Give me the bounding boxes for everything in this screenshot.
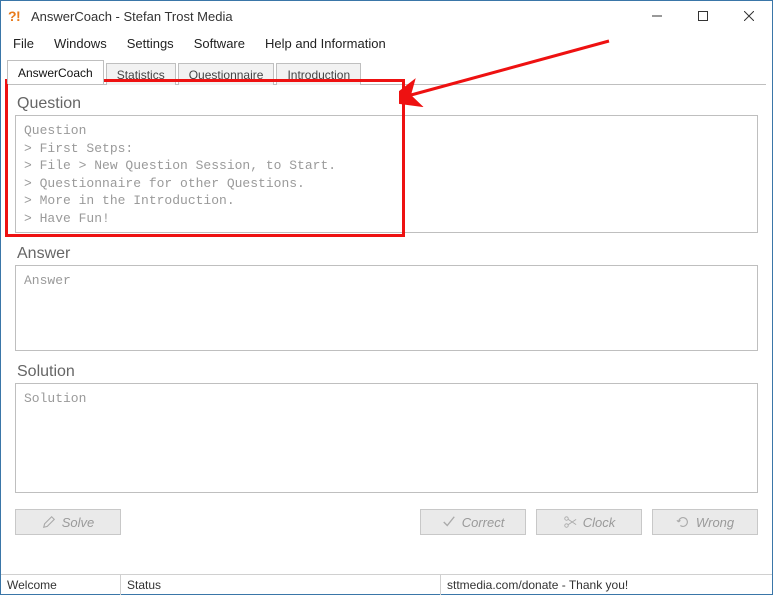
bottom-button-row: Solve Correct Clock Wrong: [15, 505, 758, 543]
wrong-button[interactable]: Wrong: [652, 509, 758, 535]
wrong-button-label: Wrong: [696, 515, 734, 530]
close-icon: [744, 11, 754, 21]
correct-button[interactable]: Correct: [420, 509, 526, 535]
title-bar: ? ! AnswerCoach - Stefan Trost Media: [1, 1, 772, 31]
solve-button[interactable]: Solve: [15, 509, 121, 535]
pencil-icon: [42, 515, 56, 529]
menu-windows[interactable]: Windows: [44, 33, 117, 54]
app-window: ? ! AnswerCoach - Stefan Trost Media Fil…: [0, 0, 773, 595]
question-textbox[interactable]: Question > First Setps: > File > New Que…: [15, 115, 758, 233]
window-title: AnswerCoach - Stefan Trost Media: [31, 9, 233, 24]
menu-file[interactable]: File: [3, 33, 44, 54]
minimize-icon: [652, 11, 662, 21]
check-icon: [442, 515, 456, 529]
status-bar: Welcome Status sttmedia.com/donate - Tha…: [1, 574, 772, 594]
clock-button[interactable]: Clock: [536, 509, 642, 535]
answer-label: Answer: [17, 245, 758, 263]
maximize-icon: [698, 11, 708, 21]
menu-settings[interactable]: Settings: [117, 33, 184, 54]
question-label: Question: [17, 95, 758, 113]
tab-answercoach[interactable]: AnswerCoach: [7, 60, 104, 84]
tab-questionnaire[interactable]: Questionnaire: [178, 63, 275, 85]
scissors-icon: [563, 515, 577, 529]
menu-software[interactable]: Software: [184, 33, 255, 54]
status-status: Status: [121, 575, 441, 595]
tab-content: Question Question > First Setps: > File …: [1, 85, 772, 574]
refresh-icon: [676, 515, 690, 529]
app-icon: ? !: [7, 7, 25, 25]
solution-textbox[interactable]: Solution: [15, 383, 758, 493]
status-welcome: Welcome: [1, 575, 121, 595]
maximize-button[interactable]: [680, 1, 726, 31]
menu-help[interactable]: Help and Information: [255, 33, 396, 54]
answer-textbox[interactable]: Answer: [15, 265, 758, 351]
tab-strip: AnswerCoach Statistics Questionnaire Int…: [7, 61, 766, 85]
svg-text:!: !: [16, 8, 21, 24]
close-button[interactable]: [726, 1, 772, 31]
minimize-button[interactable]: [634, 1, 680, 31]
clock-button-label: Clock: [583, 515, 616, 530]
solve-button-label: Solve: [62, 515, 95, 530]
tab-statistics[interactable]: Statistics: [106, 63, 176, 85]
correct-button-label: Correct: [462, 515, 505, 530]
solution-label: Solution: [17, 363, 758, 381]
menu-bar: File Windows Settings Software Help and …: [1, 31, 772, 55]
tab-introduction[interactable]: Introduction: [276, 63, 361, 85]
status-donate: sttmedia.com/donate - Thank you!: [441, 575, 772, 595]
